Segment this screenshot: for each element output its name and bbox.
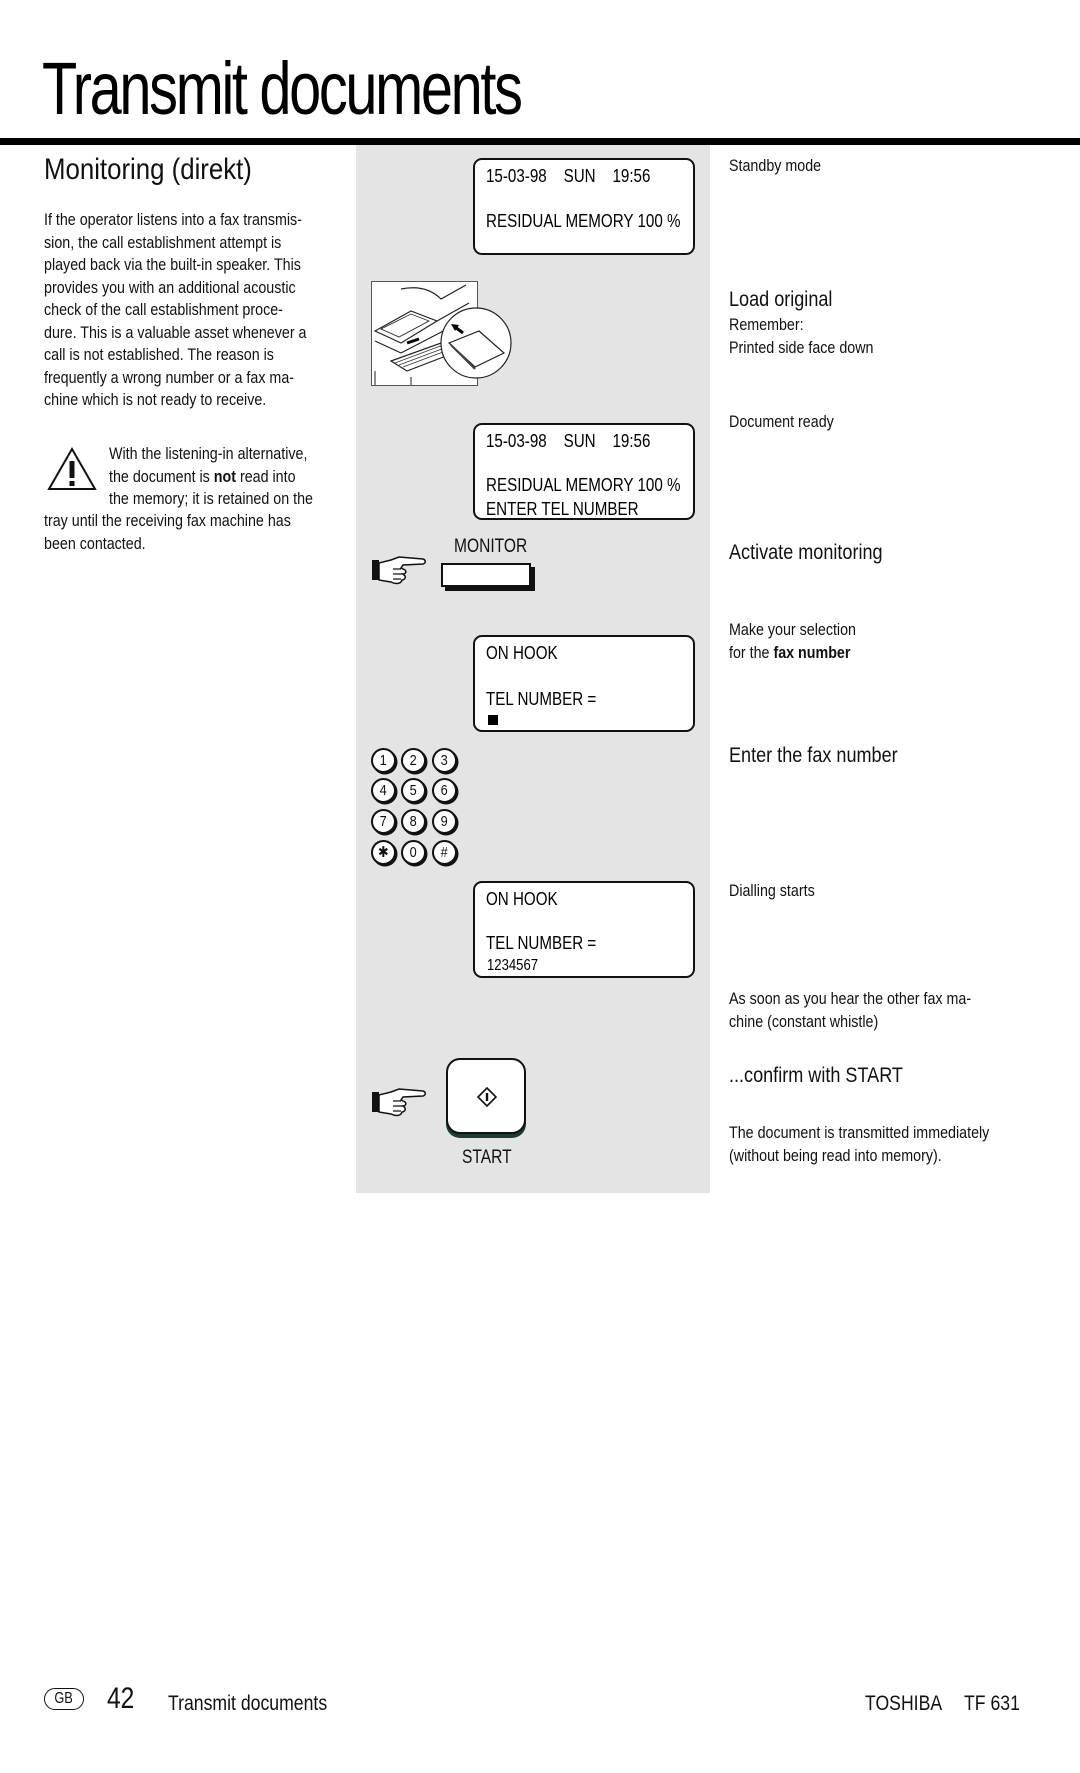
start-button[interactable] [446, 1058, 526, 1134]
warning-note: With the listening-in alternative, the d… [109, 443, 313, 511]
key-label: 1 [379, 752, 388, 769]
lcd-line: ENTER TEL NUMBER [486, 498, 639, 519]
note-line: Printed side face down [729, 337, 874, 357]
note-line: Make your selection [729, 620, 856, 639]
warning-line: the memory; it is retained on the [109, 489, 313, 508]
note-line: chine (constant whistle) [729, 1011, 879, 1031]
lcd-display-on-hook: ON HOOK TEL NUMBER = [473, 635, 695, 732]
key-label: 5 [409, 782, 418, 799]
step-make-selection: Make your selection for the fax number [729, 619, 856, 664]
intro-line: sion, the call establishment attempt is [44, 232, 282, 252]
intro-line: chine which is not ready to receive. [44, 390, 267, 409]
country-code: GB [54, 1690, 74, 1707]
lcd-line: ON HOOK [486, 888, 558, 909]
start-icon [477, 1087, 497, 1107]
key-label: # [440, 844, 449, 861]
key-6[interactable]: 6 [432, 778, 457, 803]
monitor-label: MONITOR [454, 536, 528, 557]
lcd-line: 1234567 [487, 957, 539, 974]
key-label: ✱ [378, 844, 389, 861]
key-label: 3 [440, 752, 449, 769]
key-star[interactable]: ✱ [371, 840, 396, 865]
key-label: 2 [409, 752, 418, 769]
title-rule [0, 138, 1080, 145]
step-transmitted: The document is transmitted immediately … [729, 1122, 989, 1167]
lcd-display-dialling: ON HOOK TEL NUMBER = 1234567 [473, 881, 695, 978]
intro-line: dure. This is a valuable asset whenever … [44, 322, 307, 342]
lcd-line: 15-03-98 SUN 19:56 [486, 430, 651, 451]
start-label: START [462, 1147, 512, 1168]
warning-line: tray until the receiving fax machine has [44, 511, 291, 530]
lcd-display-standby: 15-03-98 SUN 19:56 RESIDUAL MEMORY 100 % [473, 158, 695, 255]
key-8[interactable]: 8 [401, 809, 426, 834]
lcd-display-document-ready: 15-03-98 SUN 19:56 RESIDUAL MEMORY 100 %… [473, 423, 695, 520]
load-original-illustration [371, 281, 512, 386]
lcd-line: TEL NUMBER = [486, 688, 597, 709]
monitor-button[interactable] [441, 563, 531, 587]
key-2[interactable]: 2 [401, 748, 426, 773]
lcd-line: TEL NUMBER = [486, 932, 597, 953]
lcd-line: RESIDUAL MEMORY 100 % [486, 210, 681, 231]
intro-line: If the operator listens into a fax trans… [44, 210, 302, 229]
lcd-cursor [488, 715, 498, 725]
footer-brand: TOSHIBA [865, 1692, 943, 1715]
step-remember: Remember: Printed side face down [729, 314, 873, 359]
pointing-hand-icon [372, 556, 426, 585]
key-hash[interactable]: # [432, 840, 457, 865]
key-label: 8 [409, 813, 418, 830]
key-label: 6 [440, 782, 449, 799]
warning-text: read into [235, 466, 296, 486]
key-7[interactable]: 7 [371, 809, 396, 834]
step-dialling-starts: Dialling starts [729, 881, 815, 900]
lcd-line: ON HOOK [486, 642, 558, 663]
lcd-line: 15-03-98 SUN 19:56 [486, 165, 651, 186]
key-1[interactable]: 1 [371, 748, 396, 773]
note-line: The document is transmitted immediately [729, 1123, 990, 1142]
key-label: 4 [379, 782, 388, 799]
country-badge: GB [44, 1688, 84, 1710]
footer-model: TF 631 [964, 1692, 1020, 1715]
intro-line: played back via the built-in speaker. Th… [44, 255, 301, 274]
step-enter-fax-number: Enter the fax number [729, 744, 898, 767]
lcd-line: RESIDUAL MEMORY 100 % [486, 474, 681, 495]
key-label: 9 [440, 813, 449, 830]
key-5[interactable]: 5 [401, 778, 426, 803]
key-label: 7 [379, 813, 388, 830]
key-9[interactable]: 9 [432, 809, 457, 834]
intro-line: check of the call establishment proce- [44, 300, 283, 319]
key-0[interactable]: 0 [401, 840, 426, 865]
step-activate-monitoring: Activate monitoring [729, 541, 883, 564]
note-emphasis: fax number [773, 642, 851, 662]
step-document-ready: Document ready [729, 412, 834, 431]
key-3[interactable]: 3 [432, 748, 457, 773]
section-title: Monitoring (direkt) [44, 153, 252, 186]
warning-note-cont: tray until the receiving fax machine has… [44, 510, 291, 555]
warning-triangle-icon [47, 446, 97, 490]
key-4[interactable]: 4 [371, 778, 396, 803]
pointing-hand-icon [372, 1088, 426, 1117]
step-load-original: Load original [729, 288, 833, 311]
step-as-soon: As soon as you hear the other fax ma- ch… [729, 988, 971, 1033]
warning-line: With the listening-in alternative, [109, 444, 308, 463]
note-text: for the [729, 642, 774, 662]
page-title: Transmit documents [42, 47, 523, 130]
footer-section: Transmit documents [168, 1692, 328, 1715]
intro-paragraph: If the operator listens into a fax trans… [44, 209, 306, 412]
note-line: As soon as you hear the other fax ma- [729, 989, 972, 1008]
warning-line: been contacted. [44, 533, 146, 553]
intro-line: frequently a wrong number or a fax ma- [44, 367, 295, 387]
note-line: (without being read into memory). [729, 1145, 942, 1165]
warning-emphasis: not [213, 466, 236, 486]
note-line: Remember: [729, 315, 804, 334]
step-confirm-start: ...confirm with START [729, 1064, 903, 1087]
step-standby: Standby mode [729, 156, 822, 175]
note-line: for the fax number [729, 642, 856, 665]
warning-line: the document is not read into [109, 466, 313, 489]
intro-line: provides you with an additional acoustic [44, 277, 296, 297]
warning-text: the document is [109, 466, 214, 486]
page-number: 42 [107, 1682, 135, 1715]
key-label: 0 [409, 844, 418, 861]
intro-line: call is not established. The reason is [44, 345, 274, 364]
